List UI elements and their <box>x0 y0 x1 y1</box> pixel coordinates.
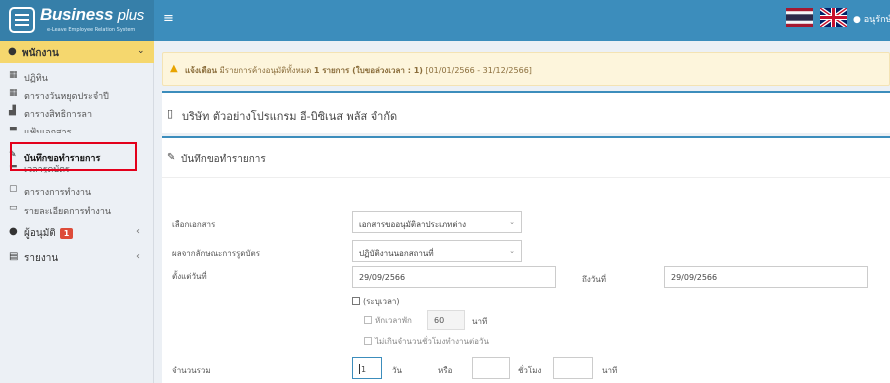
menu-toggle-icon[interactable]: ≡ <box>163 12 174 25</box>
day-unit: วัน <box>392 366 402 375</box>
user-icon: ● <box>8 46 17 57</box>
logo[interactable]: Business plus e-Leave Employee Relation … <box>0 0 154 41</box>
sidebar-item-label: บันทึกขอทำรายการ <box>24 154 101 164</box>
sidebar-item-label: ตารางวันหยุดประจำปี <box>24 92 109 102</box>
sidebar-item-work-details[interactable]: ▭ รายละเอียดการทำงาน <box>0 200 154 218</box>
chevron-left-icon: ‹ <box>136 226 140 237</box>
sidebar-item-label: เวลารูดบัตร <box>24 165 70 173</box>
to-date-label: ถึงวันที่ <box>582 275 606 284</box>
or-text: หรือ <box>438 366 453 375</box>
sidebar-item-label: รายละเอียดการทำงาน <box>24 207 112 217</box>
chevron-left-icon: ‹ <box>136 251 140 262</box>
sidebar-item-request-entry[interactable]: ✎ บันทึกขอทำรายการ <box>0 147 154 165</box>
form-title: บันทึกขอทำรายการ <box>181 154 266 165</box>
minutes-input[interactable] <box>553 357 593 379</box>
user-name: อนุรักษ์ หวีสัจ <box>863 15 890 25</box>
main-content: ▲ แจ้งเตือน มีรายการค้างอนุมัติทั้งหมด 1… <box>154 41 890 383</box>
report-icon: ▤ <box>9 251 19 262</box>
sidebar-item-label: แฟ้มเอกสาร <box>24 128 72 133</box>
approver-icon: ● <box>9 226 18 237</box>
total-label: จำนวนรวม <box>172 366 211 375</box>
clock-icon: ▬ <box>9 165 18 171</box>
sidebar-item-label: ตารางการทำงาน <box>24 188 92 198</box>
checkbox-icon <box>352 297 360 305</box>
text-cursor <box>359 364 360 374</box>
break-minutes-input[interactable]: 60 <box>427 310 465 330</box>
from-date-input[interactable]: 29/09/2566 <box>352 266 556 288</box>
user-menu[interactable]: ● อนุรักษ์ หวีสัจ <box>853 12 890 26</box>
uk-flag-icon[interactable] <box>820 8 847 27</box>
alert-text: แจ้งเตือน มีรายการค้างอนุมัติทั้งหมด 1 ร… <box>185 66 532 75</box>
pending-approval-alert: ▲ แจ้งเตือน มีรายการค้างอนุมัติทั้งหมด 1… <box>162 52 890 86</box>
from-date-label: ตั้งแต่วันที่ <box>172 272 207 281</box>
checkbox-icon <box>364 337 372 345</box>
specify-time-checkbox[interactable]: (ระบุเวลา) <box>352 295 400 308</box>
monitor-icon: ▭ <box>9 203 18 213</box>
break-minute-unit: นาที <box>472 317 488 326</box>
minute-unit: นาที <box>602 366 618 375</box>
hours-input[interactable] <box>472 357 510 379</box>
not-exceed-checkbox[interactable]: ไม่เกินจำนวนชั่วโมงทำงานต่อวัน <box>364 335 489 348</box>
sidebar-section-label: รายงาน <box>24 253 59 264</box>
company-name: บริษัท ตัวอย่างโปรแกรม อี-บิซิเนส พลัส จ… <box>182 110 398 123</box>
sidebar: ● พนักงาน ⌄ ▦ ปฏิทิน ▦ ตารางวันหยุดประจำ… <box>0 41 154 383</box>
notification-badge: 1 <box>59 228 74 239</box>
chart-icon: ▟ <box>9 106 16 116</box>
thai-flag-icon[interactable] <box>786 8 813 27</box>
doc-label: เลือกเอกสาร <box>172 220 216 229</box>
sidebar-section-label: พนักงาน <box>22 48 59 59</box>
sidebar-item-label: ตารางสิทธิการลา <box>24 110 93 120</box>
document-select[interactable]: เอกสารขออนุมัติลาประเภทต่าง ⌄ <box>352 211 522 233</box>
pencil-icon: ✎ <box>167 152 176 163</box>
days-input[interactable]: 1 <box>352 357 382 379</box>
checkbox-icon <box>364 316 372 324</box>
warning-icon: ▲ <box>170 63 178 74</box>
brand-tagline: e-Leave Employee Relation System <box>47 27 136 33</box>
sidebar-item-holidays[interactable]: ▦ ตารางวันหยุดประจำปี <box>0 85 154 103</box>
user-icon: ● <box>853 15 861 25</box>
sidebar-item-leave-rights[interactable]: ▟ ตารางสิทธิการลา <box>0 103 154 121</box>
deduct-break-checkbox[interactable]: หักเวลาพัก <box>364 314 412 327</box>
sidebar-item-label: ปฏิทิน <box>24 74 48 84</box>
sidebar-section-approver[interactable]: ● ผู้อนุมัติ 1 ‹ <box>0 221 154 243</box>
result-label: ผลจากลักษณะการรูดบัตร <box>172 249 261 258</box>
logo-icon <box>9 7 35 33</box>
sidebar-item-documents[interactable]: ▬ แฟ้มเอกสาร <box>0 121 154 133</box>
sidebar-section-report[interactable]: ▤ รายงาน ‹ <box>0 246 154 268</box>
sidebar-section-label: ผู้อนุมัติ 1 <box>24 226 74 241</box>
table-icon: ▢ <box>9 184 18 194</box>
sidebar-section-employee[interactable]: ● พนักงาน ⌄ <box>0 41 154 63</box>
building-icon: ▯ <box>167 107 174 120</box>
chevron-down-icon: ⌄ <box>137 46 145 56</box>
result-select[interactable]: ปฏิบัติงานนอกสถานที่ ⌄ <box>352 240 522 262</box>
top-navbar: Business plus e-Leave Employee Relation … <box>0 0 890 41</box>
sidebar-item-time-card[interactable]: ▬ เวลารูดบัตร <box>0 165 154 173</box>
calendar-icon: ▦ <box>9 88 18 98</box>
company-box: ▯ บริษัท ตัวอย่างโปรแกรม อี-บิซิเนส พลัส… <box>162 91 890 133</box>
hour-unit: ชั่วโมง <box>518 366 542 375</box>
chevron-down-icon: ⌄ <box>509 247 515 255</box>
form-header: ✎ บันทึกขอทำรายการ <box>162 138 890 178</box>
calendar-icon: ▦ <box>9 70 18 80</box>
request-form-box: ✎ บันทึกขอทำรายการ เลือกเอกสาร เอกสารขออ… <box>162 136 890 383</box>
sidebar-item-calendar[interactable]: ▦ ปฏิทิน <box>0 67 154 85</box>
sidebar-item-work-schedule[interactable]: ▢ ตารางการทำงาน <box>0 181 154 199</box>
chevron-down-icon: ⌄ <box>509 218 515 226</box>
to-date-input[interactable]: 29/09/2566 <box>664 266 868 288</box>
brand-name: Business plus <box>40 5 144 24</box>
pencil-icon: ✎ <box>9 150 17 160</box>
folder-icon: ▬ <box>9 124 18 133</box>
